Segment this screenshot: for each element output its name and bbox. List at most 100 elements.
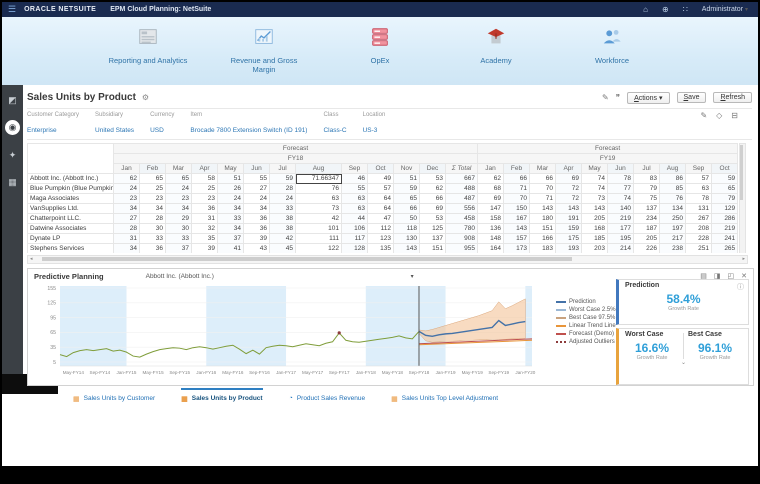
grid-cell[interactable]: 208 bbox=[685, 223, 713, 234]
grid-cell[interactable]: 62 bbox=[113, 173, 140, 184]
grid-cell[interactable]: 667 bbox=[444, 173, 479, 184]
grid-cell[interactable]: 24 bbox=[269, 193, 296, 204]
grid-cell[interactable]: 29 bbox=[165, 213, 192, 224]
user-menu[interactable]: Administrator ▾ bbox=[702, 6, 748, 13]
grid-cell[interactable]: 47 bbox=[367, 213, 394, 224]
grid-cell[interactable]: 63 bbox=[685, 183, 713, 194]
grid-cell[interactable]: 183 bbox=[529, 243, 557, 253]
pov-value[interactable]: US-3 bbox=[363, 127, 378, 134]
grid-cell[interactable]: 59 bbox=[711, 173, 739, 184]
grid-cell[interactable]: 143 bbox=[393, 243, 420, 253]
grid-cell[interactable]: 36 bbox=[139, 243, 166, 253]
edit-icon[interactable]: ✎ bbox=[602, 93, 609, 102]
grid-cell[interactable]: 70 bbox=[529, 183, 557, 194]
grid-cell[interactable]: 180 bbox=[529, 213, 557, 224]
grid-cell[interactable]: 158 bbox=[477, 213, 505, 224]
grid-cell[interactable]: 30 bbox=[139, 223, 166, 234]
grid-cell[interactable]: 63 bbox=[295, 193, 342, 204]
grid-cell[interactable]: 59 bbox=[269, 173, 296, 184]
grid-cell[interactable]: 157 bbox=[503, 233, 531, 244]
grid-cell[interactable]: 130 bbox=[393, 233, 420, 244]
grid-cell[interactable]: 30 bbox=[165, 223, 192, 234]
row-member-name[interactable]: VanSupplies Ltd. bbox=[27, 203, 114, 214]
grid-cell[interactable]: 128 bbox=[341, 243, 368, 253]
grid-cell[interactable]: 28 bbox=[269, 183, 296, 194]
grid-cell[interactable]: 908 bbox=[444, 233, 479, 244]
grid-cell[interactable]: 228 bbox=[685, 233, 713, 244]
home-icon[interactable]: ⌂ bbox=[643, 5, 648, 14]
grid-cell[interactable]: 205 bbox=[581, 213, 609, 224]
grid-cell[interactable]: 53 bbox=[419, 213, 446, 224]
current-form-icon[interactable]: ◉ bbox=[5, 120, 20, 135]
grid-cell[interactable]: 33 bbox=[269, 203, 296, 214]
grid-cell[interactable]: 74 bbox=[581, 183, 609, 194]
grid-cell[interactable]: 166 bbox=[529, 233, 557, 244]
grid-cell[interactable]: 24 bbox=[243, 193, 270, 204]
scroll-left-icon[interactable]: ◂ bbox=[30, 256, 33, 263]
grid-cell[interactable]: 151 bbox=[529, 223, 557, 234]
favorites-icon[interactable]: ✦ bbox=[9, 148, 17, 162]
grid-cell[interactable]: 71 bbox=[529, 193, 557, 204]
grid-cell[interactable]: 31 bbox=[113, 233, 140, 244]
grid-cell[interactable]: 123 bbox=[367, 233, 394, 244]
grid-cell[interactable]: 136 bbox=[477, 223, 505, 234]
grid-cell[interactable]: 111 bbox=[295, 233, 342, 244]
grid-cell[interactable]: 69 bbox=[477, 193, 505, 204]
grid-cell[interactable]: 71 bbox=[503, 183, 531, 194]
globe-icon[interactable]: ⊕ bbox=[662, 5, 669, 14]
grid-cell[interactable]: 65 bbox=[139, 173, 166, 184]
pov-field-class[interactable]: Class Class-C bbox=[323, 111, 346, 137]
pov-value[interactable]: United States bbox=[95, 127, 134, 134]
grid-cell[interactable]: 86 bbox=[659, 173, 687, 184]
grid-cell[interactable]: 125 bbox=[419, 223, 446, 234]
grid-cell[interactable]: 59 bbox=[393, 183, 420, 194]
grid-cell[interactable]: 35 bbox=[191, 233, 218, 244]
grid-cell[interactable]: 39 bbox=[191, 243, 218, 253]
grid-cell[interactable]: 203 bbox=[581, 243, 609, 253]
grid-cell[interactable]: 31 bbox=[191, 213, 218, 224]
grid-cell[interactable]: 42 bbox=[295, 213, 342, 224]
grid-cell[interactable]: 106 bbox=[341, 223, 368, 234]
grid-cell[interactable]: 79 bbox=[711, 193, 739, 204]
pov-field-subsidiary[interactable]: Subsidiary United States bbox=[95, 111, 134, 137]
grid-cell[interactable]: 185 bbox=[581, 233, 609, 244]
grid-cell[interactable]: 129 bbox=[711, 203, 739, 214]
grid-cell[interactable]: 458 bbox=[444, 213, 479, 224]
grid-cell[interactable]: 74 bbox=[607, 193, 635, 204]
grid-cell[interactable]: 286 bbox=[711, 213, 739, 224]
grid-cell[interactable]: 250 bbox=[659, 213, 687, 224]
grid-cell[interactable]: 140 bbox=[607, 203, 635, 214]
grid-cell[interactable]: 150 bbox=[503, 203, 531, 214]
grid-cell[interactable]: 137 bbox=[633, 203, 661, 214]
row-member-name[interactable]: Datwine Associates bbox=[27, 223, 114, 234]
grid-cell[interactable]: 64 bbox=[367, 193, 394, 204]
grid-cell[interactable]: 175 bbox=[555, 233, 583, 244]
grid-cell[interactable]: 195 bbox=[607, 233, 635, 244]
grid-cell[interactable]: 51 bbox=[217, 173, 244, 184]
grid-cell[interactable]: 267 bbox=[685, 213, 713, 224]
grid-cell[interactable]: 39 bbox=[243, 233, 270, 244]
grid-cell[interactable]: 137 bbox=[419, 233, 446, 244]
grid-cell[interactable]: 23 bbox=[191, 193, 218, 204]
grid-cell[interactable]: 76 bbox=[295, 183, 342, 194]
grid-cell[interactable]: 74 bbox=[581, 173, 609, 184]
grid-cell[interactable]: 251 bbox=[685, 243, 713, 253]
grid-cell[interactable]: 27 bbox=[243, 183, 270, 194]
grid-cell[interactable]: 55 bbox=[243, 173, 270, 184]
scroll-right-icon[interactable]: ▸ bbox=[742, 256, 745, 263]
grid-cell[interactable]: 23 bbox=[113, 193, 140, 204]
grid-cell[interactable]: 118 bbox=[393, 223, 420, 234]
refresh-button[interactable]: Refresh bbox=[713, 92, 752, 103]
grid-cell[interactable]: 65 bbox=[393, 193, 420, 204]
grid-cell[interactable]: 50 bbox=[393, 213, 420, 224]
save-button[interactable]: Save bbox=[676, 92, 707, 103]
grid-cell[interactable]: 63 bbox=[341, 203, 368, 214]
pov-field-location[interactable]: Location US-3 bbox=[363, 111, 386, 137]
grid-cell[interactable]: 193 bbox=[555, 243, 583, 253]
grid-cell[interactable]: 32 bbox=[191, 223, 218, 234]
tile-academy[interactable]: Academy bbox=[453, 26, 539, 74]
info-icon[interactable]: ⓘ bbox=[737, 282, 744, 292]
grid-cell[interactable]: 37 bbox=[165, 243, 192, 253]
grid-cell[interactable]: 65 bbox=[165, 173, 192, 184]
grid-cell[interactable]: 217 bbox=[659, 233, 687, 244]
